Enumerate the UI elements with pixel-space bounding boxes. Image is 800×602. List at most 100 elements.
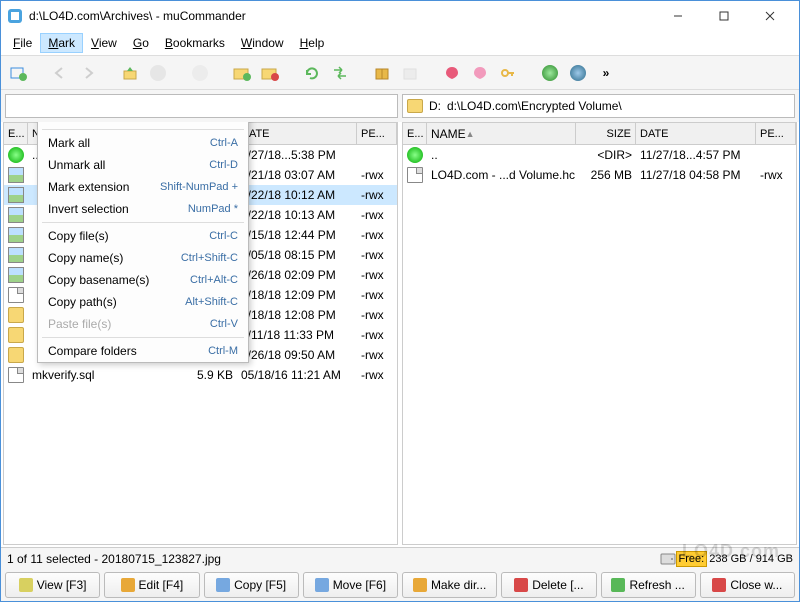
bookmark-add-icon[interactable]	[441, 62, 463, 84]
menu-view[interactable]: View	[83, 33, 125, 53]
col-perm[interactable]: PE...	[357, 123, 397, 144]
pack-icon[interactable]	[371, 62, 393, 84]
bookmarks-icon[interactable]	[469, 62, 491, 84]
menu-file[interactable]: File	[5, 33, 40, 53]
menu-item[interactable]: Compare foldersCtrl-M	[38, 340, 248, 362]
home-icon[interactable]	[147, 62, 169, 84]
right-pane: E... NAME ▲ SIZE DATE PE... ..<DIR>11/27…	[402, 122, 797, 545]
function-button[interactable]: Copy [F5]	[204, 572, 299, 598]
toolbar: »	[1, 56, 799, 90]
key-icon[interactable]	[497, 62, 519, 84]
menu-item[interactable]: Copy file(s)Ctrl-C	[38, 225, 248, 247]
col-ext[interactable]: E...	[403, 123, 427, 144]
col-name[interactable]: NAME ▲	[427, 123, 576, 144]
disk-icon	[660, 553, 676, 565]
forward-icon[interactable]	[77, 62, 99, 84]
pic-icon	[8, 227, 24, 243]
right-drive-label: D:	[429, 99, 441, 113]
menu-window[interactable]: Window	[233, 33, 292, 53]
col-date[interactable]: DATE	[237, 123, 357, 144]
pic-icon	[8, 247, 24, 263]
menu-item[interactable]: Copy basename(s)Ctrl+Alt-C	[38, 269, 248, 291]
function-button[interactable]: Edit [F4]	[104, 572, 199, 598]
folder-delete-icon[interactable]	[259, 62, 281, 84]
col-date[interactable]: DATE	[636, 123, 756, 144]
menu-item[interactable]: Mark extensionShift-NumPad +	[38, 176, 248, 198]
function-button[interactable]: Delete [...	[501, 572, 596, 598]
pic-icon	[8, 207, 24, 223]
close-button[interactable]	[747, 1, 793, 31]
table-row[interactable]: ..<DIR>11/27/18...4:57 PM	[403, 145, 796, 165]
server-icon[interactable]	[539, 62, 561, 84]
menu-help[interactable]: Help	[292, 33, 333, 53]
menu-item[interactable]: Copy name(s)Ctrl+Shift-C	[38, 247, 248, 269]
free-label: Free:	[676, 551, 708, 567]
table-row[interactable]: LO4D.com - ...d Volume.hc256 MB11/27/18 …	[403, 165, 796, 185]
ball-icon	[8, 147, 24, 163]
doc-icon	[8, 287, 24, 303]
button-icon	[712, 578, 726, 592]
free-value: 238 GB / 914 GB	[709, 553, 793, 565]
right-header: E... NAME ▲ SIZE DATE PE...	[403, 123, 796, 145]
function-button[interactable]: Close w...	[700, 572, 795, 598]
pic-icon	[8, 167, 24, 183]
title-bar: d:\LO4D.com\Archives\ - muCommander	[1, 1, 799, 31]
left-path-box[interactable]	[5, 94, 398, 118]
status-bar: 1 of 11 selected - 20180715_123827.jpg F…	[1, 547, 799, 569]
window-title: d:\LO4D.com\Archives\ - muCommander	[29, 9, 655, 23]
menu-go[interactable]: Go	[125, 33, 157, 53]
more-icon[interactable]: »	[595, 62, 617, 84]
refresh-icon[interactable]	[301, 62, 323, 84]
right-path-box[interactable]: D:	[402, 94, 795, 118]
button-icon	[611, 578, 625, 592]
folder-new-icon[interactable]	[231, 62, 253, 84]
menu-item[interactable]: Mark allCtrl-A	[38, 132, 248, 154]
globe-icon[interactable]	[567, 62, 589, 84]
table-row[interactable]: mkverify.sql5.9 KB05/18/16 11:21 AM-rwx	[4, 365, 397, 385]
unpack-icon[interactable]	[399, 62, 421, 84]
folder-icon	[407, 99, 423, 113]
col-size[interactable]: SIZE	[576, 123, 636, 144]
mark-menu-dropdown: Mark/unmarkSpaceMark files...NumPad +Unm…	[37, 122, 249, 363]
new-tab-icon[interactable]	[7, 62, 29, 84]
swap-icon[interactable]	[329, 62, 351, 84]
menu-item[interactable]: Invert selectionNumPad *	[38, 198, 248, 220]
pic-icon	[8, 187, 24, 203]
arc-icon	[8, 307, 24, 323]
menu-bar: File Mark View Go Bookmarks Window Help	[1, 31, 799, 56]
menu-item[interactable]: Unmark allCtrl-D	[38, 154, 248, 176]
panes: E... NAME SIZE DATE PE... ..1/27/18...5:…	[1, 122, 799, 547]
path-row: D:	[1, 90, 799, 122]
button-icon	[121, 578, 135, 592]
back-icon[interactable]	[49, 62, 71, 84]
menu-mark[interactable]: Mark	[40, 33, 83, 53]
doc-icon	[407, 167, 423, 183]
menu-item[interactable]: Paste file(s)Ctrl-V	[38, 313, 248, 335]
function-button[interactable]: Refresh ...	[601, 572, 696, 598]
right-path-input[interactable]	[447, 99, 790, 113]
function-button[interactable]: View [F3]	[5, 572, 100, 598]
button-icon	[216, 578, 230, 592]
button-icon	[315, 578, 329, 592]
minimize-button[interactable]	[655, 1, 701, 31]
arc-icon	[8, 347, 24, 363]
right-file-list[interactable]: ..<DIR>11/27/18...4:57 PMLO4D.com - ...d…	[403, 145, 796, 544]
app-icon	[7, 8, 23, 24]
col-perm[interactable]: PE...	[756, 123, 796, 144]
function-button[interactable]: Make dir...	[402, 572, 497, 598]
status-text: 1 of 11 selected - 20180715_123827.jpg	[7, 552, 660, 566]
button-icon	[514, 578, 528, 592]
maximize-button[interactable]	[701, 1, 747, 31]
pic-icon	[8, 267, 24, 283]
button-icon	[413, 578, 427, 592]
menu-bookmarks[interactable]: Bookmarks	[157, 33, 233, 53]
arc-icon	[8, 327, 24, 343]
doc-icon	[8, 367, 24, 383]
up-icon[interactable]	[119, 62, 141, 84]
ball-icon	[407, 147, 423, 163]
col-ext[interactable]: E...	[4, 123, 28, 144]
function-button[interactable]: Move [F6]	[303, 572, 398, 598]
menu-item[interactable]: Copy path(s)Alt+Shift-C	[38, 291, 248, 313]
stop-icon[interactable]	[189, 62, 211, 84]
menu-item[interactable]: Unmark files...NumPad -	[38, 122, 248, 127]
